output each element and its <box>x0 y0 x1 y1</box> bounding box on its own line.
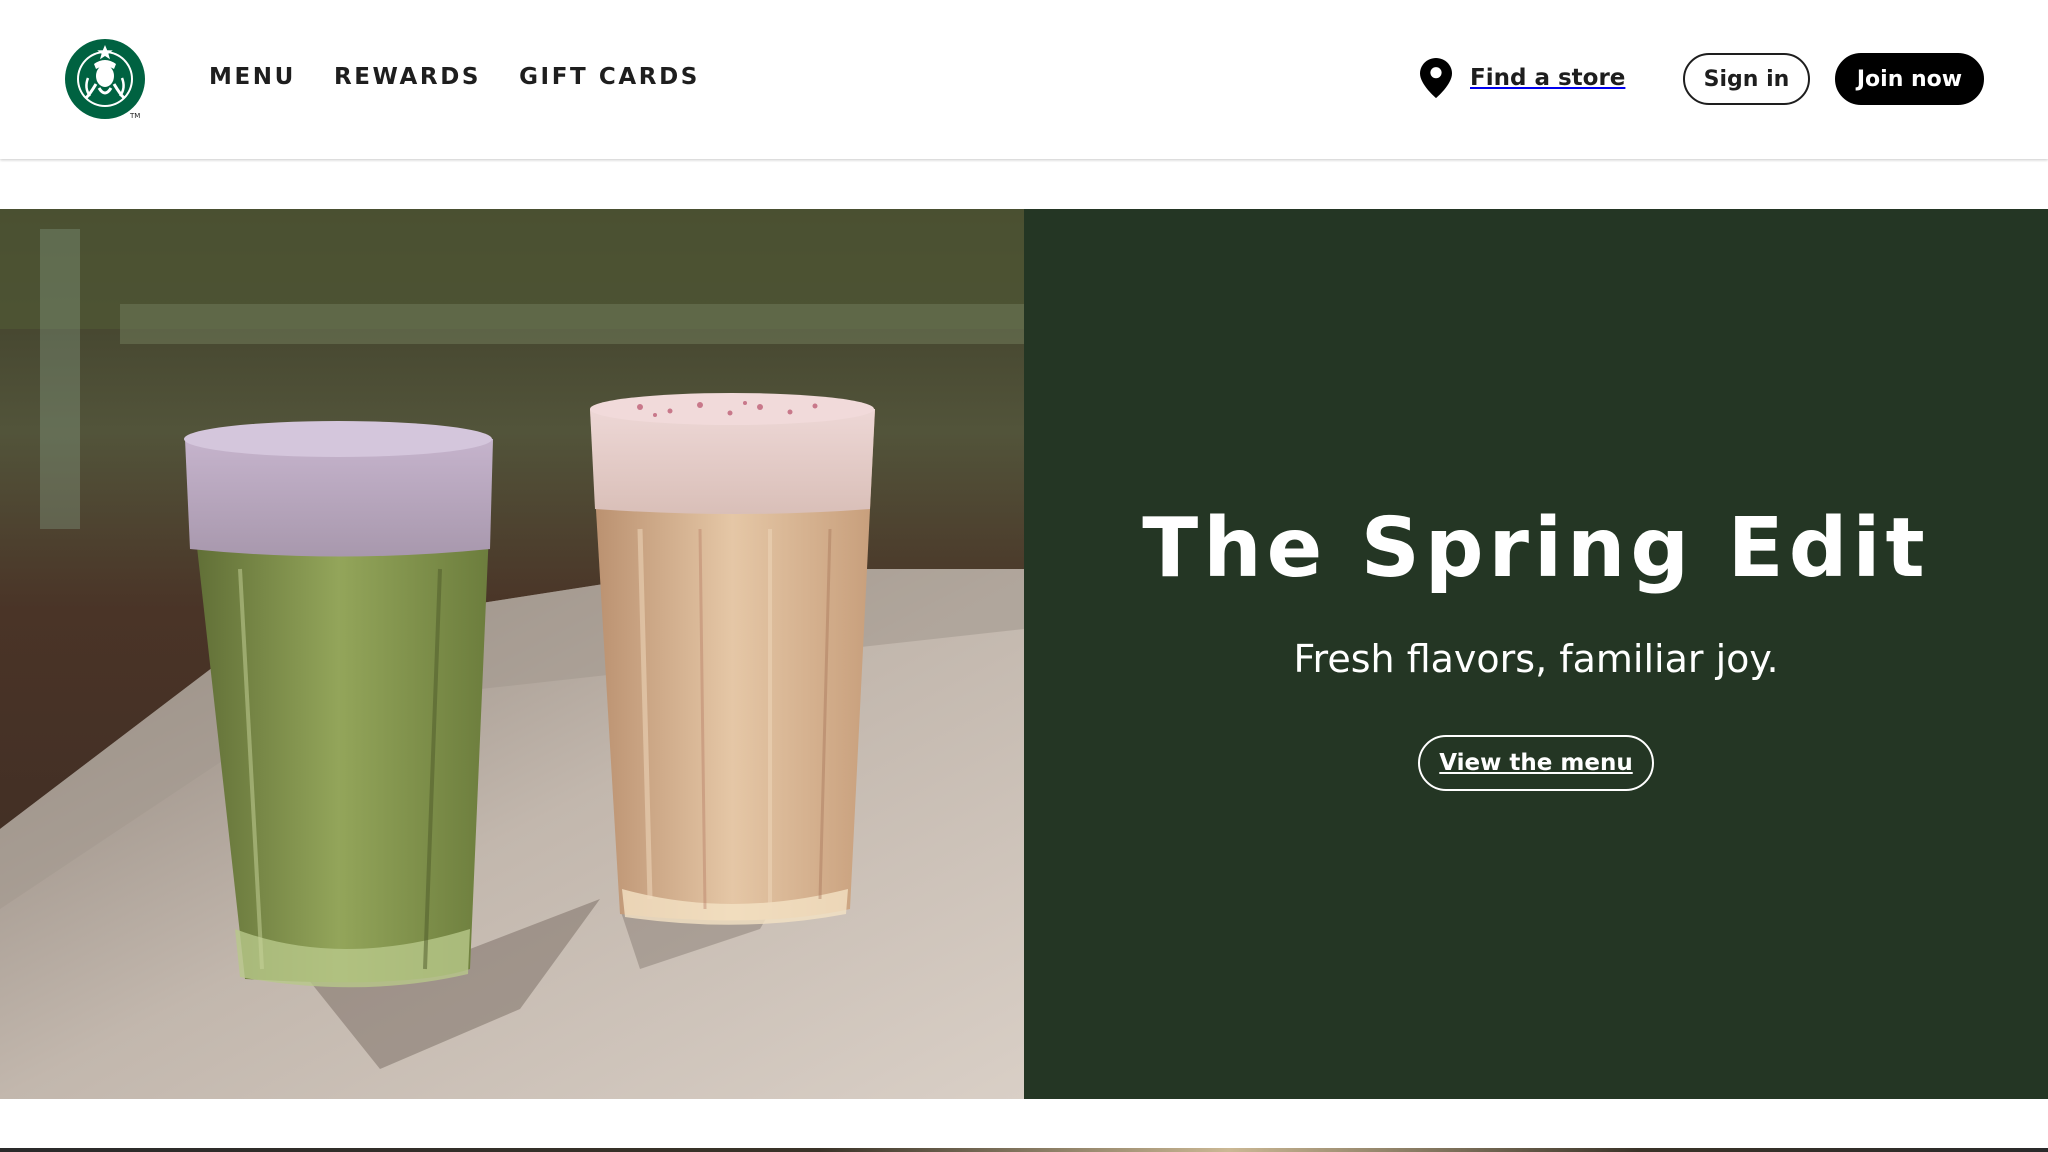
site-header: TM MENU REWARDS GIFT CARDS Find a store … <box>0 0 2048 159</box>
nav-rewards[interactable]: REWARDS <box>334 58 481 96</box>
hero-subtitle: Fresh flavors, familiar joy. <box>1293 637 1779 681</box>
starbucks-logo-icon[interactable]: TM <box>64 38 146 120</box>
main-nav: MENU REWARDS GIFT CARDS <box>209 58 738 96</box>
next-section-edge <box>0 1148 2048 1152</box>
nav-gift-cards[interactable]: GIFT CARDS <box>519 58 700 96</box>
hero-banner: The Spring Edit Fresh flavors, familiar … <box>0 209 2048 1099</box>
location-pin-icon <box>1420 58 1452 98</box>
hero-text-panel: The Spring Edit Fresh flavors, familiar … <box>1024 209 2048 1099</box>
nav-menu[interactable]: MENU <box>209 58 296 96</box>
hero-drinks-image <box>0 209 1024 1099</box>
find-store-link[interactable]: Find a store <box>1420 58 1625 98</box>
join-now-button[interactable]: Join now <box>1835 53 1984 105</box>
sign-in-button[interactable]: Sign in <box>1683 53 1810 105</box>
hero-title: The Spring Edit <box>1142 501 1930 596</box>
view-menu-button[interactable]: View the menu <box>1418 735 1654 791</box>
find-store-label: Find a store <box>1470 65 1626 91</box>
svg-text:TM: TM <box>129 112 140 120</box>
